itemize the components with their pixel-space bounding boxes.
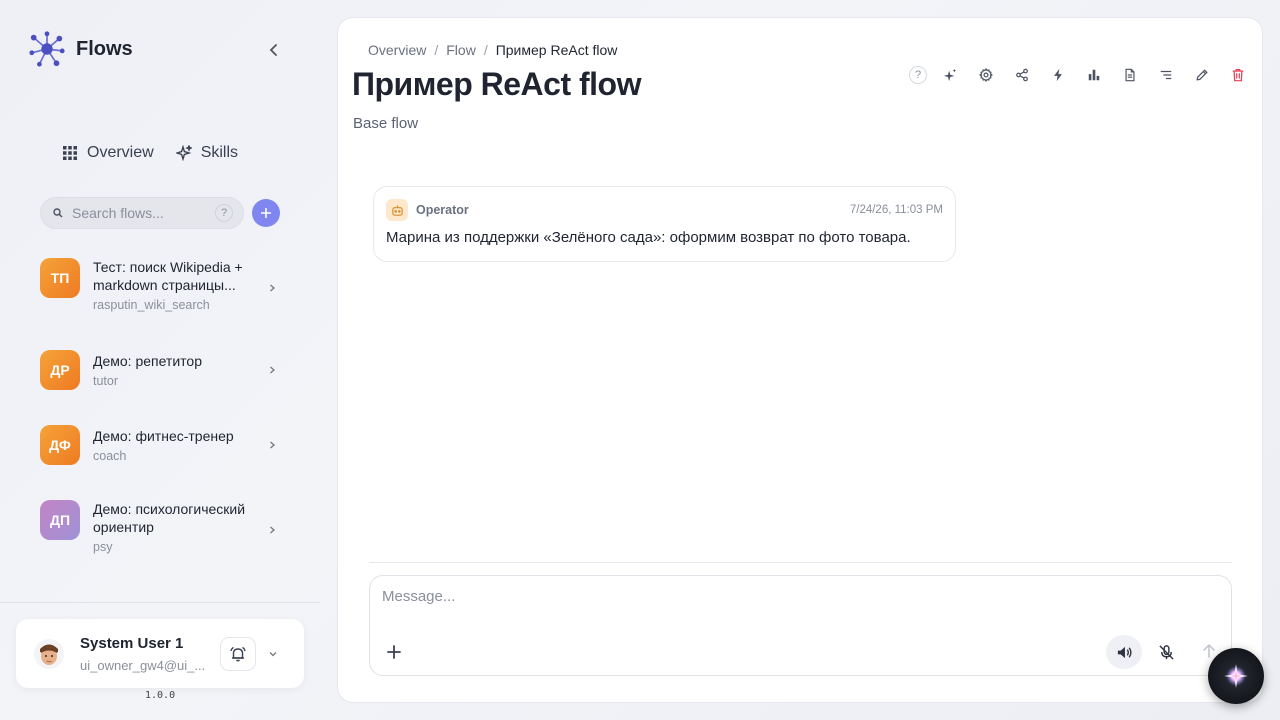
main-panel: Overview / Flow / Пример ReAct flow Прим… xyxy=(337,17,1263,703)
brand[interactable]: Flows xyxy=(28,30,133,68)
flow-slug: tutor xyxy=(93,374,119,388)
flow-avatar: ДФ xyxy=(40,425,80,465)
avatar xyxy=(34,638,64,669)
message-card: Operator 7/24/26, 11:03 PM Марина из под… xyxy=(373,186,956,262)
user-email: ui_owner_gw4@ui_... xyxy=(80,657,206,673)
trash-icon xyxy=(1232,68,1244,82)
flow-avatar: ТП xyxy=(40,258,80,298)
chevron-right-icon xyxy=(270,441,275,449)
delete-button[interactable] xyxy=(1220,65,1256,85)
assistant-orb-button[interactable] xyxy=(1208,648,1264,704)
speaker-icon xyxy=(1117,646,1132,658)
chevron-right-icon xyxy=(270,526,275,534)
message-input[interactable] xyxy=(382,588,1202,618)
microphone-toggle-button[interactable] xyxy=(1148,635,1184,669)
tab-skills-label: Skills xyxy=(200,144,239,161)
flow-slug: coach xyxy=(93,449,127,463)
chevron-down-icon[interactable] xyxy=(268,649,278,659)
tab-overview-label: Overview xyxy=(87,144,154,161)
flow-slug: rasputin_wiki_search xyxy=(93,298,210,312)
sparkle-star-icon xyxy=(1224,664,1248,688)
lightning-icon xyxy=(1054,68,1062,82)
outline-button[interactable] xyxy=(1148,65,1184,85)
chevron-right-icon xyxy=(270,366,275,374)
settings-button[interactable] xyxy=(968,65,1004,85)
flow-slug: psy xyxy=(93,540,113,554)
composer-divider xyxy=(369,562,1232,563)
docs-button[interactable] xyxy=(1112,65,1148,85)
flow-item[interactable]: ДФ Демо: фитнес-тренер coach xyxy=(40,425,285,500)
breadcrumb-overview[interactable]: Overview xyxy=(368,42,426,58)
search-input[interactable] xyxy=(72,205,202,221)
flow-title: Демо: психологический ориентир xyxy=(93,501,246,535)
nav-tabs: Overview Skills xyxy=(62,144,238,162)
flow-item[interactable]: ДП Демо: психологический ориентир psy xyxy=(40,500,285,575)
flow-item[interactable]: ДР Демо: репетитор tutor xyxy=(40,350,285,425)
triggers-button[interactable] xyxy=(1040,65,1076,85)
breadcrumb-current: Пример ReAct flow xyxy=(495,42,618,58)
app-version: 1.0.0 xyxy=(145,690,176,701)
user-card[interactable]: System User 1 ui_owner_gw4@ui_... xyxy=(16,619,304,688)
message-text: Марина из поддержки «Зелёного сада»: офо… xyxy=(386,229,911,246)
ai-sparkle-icon xyxy=(943,68,957,82)
breadcrumb-flow[interactable]: Flow xyxy=(446,42,476,58)
bell-icon xyxy=(230,646,246,661)
share-icon xyxy=(1016,68,1028,82)
sidebar-divider xyxy=(0,602,320,603)
help-icon: ? xyxy=(909,66,927,84)
collapse-sidebar-icon[interactable] xyxy=(266,42,282,58)
analytics-button[interactable] xyxy=(1076,65,1112,85)
message-timestamp: 7/24/26, 11:03 PM xyxy=(849,204,943,216)
flow-title: Тест: поиск Wikipedia + markdown страниц… xyxy=(93,259,243,293)
tab-skills[interactable]: Skills xyxy=(175,144,239,162)
user-name: System User 1 xyxy=(80,634,184,652)
settings-gear-icon xyxy=(979,68,993,82)
sidebar: Flows Overview Skills ? xyxy=(0,0,320,720)
sparkles-icon xyxy=(175,145,192,161)
chevron-right-icon xyxy=(270,284,275,292)
page-subtitle: Base flow xyxy=(353,115,419,132)
toolbar: ? xyxy=(904,65,1256,85)
attach-plus-icon[interactable] xyxy=(384,642,404,662)
edit-button[interactable] xyxy=(1184,65,1220,85)
message-author: Operator xyxy=(416,203,469,217)
flow-title: Демо: репетитор xyxy=(93,353,202,369)
ai-button[interactable] xyxy=(932,65,968,85)
flow-list: ТП Тест: поиск Wikipedia + markdown стра… xyxy=(40,258,285,575)
microphone-off-icon xyxy=(1158,644,1174,660)
breadcrumb-separator: / xyxy=(434,42,439,58)
flow-avatar: ДП xyxy=(40,500,80,540)
share-button[interactable] xyxy=(1004,65,1040,85)
flow-title: Демо: фитнес-тренер xyxy=(93,428,234,444)
speaker-toggle-button[interactable] xyxy=(1106,635,1142,669)
breadcrumb: Overview / Flow / Пример ReAct flow xyxy=(368,42,617,58)
edit-pencil-icon xyxy=(1196,69,1208,81)
document-icon xyxy=(1125,68,1135,82)
help-button[interactable]: ? xyxy=(904,65,932,85)
plus-icon xyxy=(261,208,271,218)
list-icon xyxy=(1160,70,1172,80)
grid-icon xyxy=(63,146,77,160)
search-box: ? xyxy=(40,197,244,229)
message-composer xyxy=(369,575,1232,676)
flows-logo-icon xyxy=(29,31,65,67)
notifications-button[interactable] xyxy=(220,636,256,671)
add-flow-button[interactable] xyxy=(252,199,280,227)
search-help-icon[interactable]: ? xyxy=(215,204,233,222)
tab-overview[interactable]: Overview xyxy=(62,144,154,162)
breadcrumb-separator: / xyxy=(483,42,488,58)
app-name: Flows xyxy=(76,37,133,60)
flow-item[interactable]: ТП Тест: поиск Wikipedia + markdown стра… xyxy=(40,258,285,333)
page-title: Пример ReAct flow xyxy=(352,66,641,102)
operator-bot-icon xyxy=(386,199,408,221)
flow-avatar: ДР xyxy=(40,350,80,390)
search-icon xyxy=(53,208,63,218)
bar-chart-icon xyxy=(1088,69,1100,81)
